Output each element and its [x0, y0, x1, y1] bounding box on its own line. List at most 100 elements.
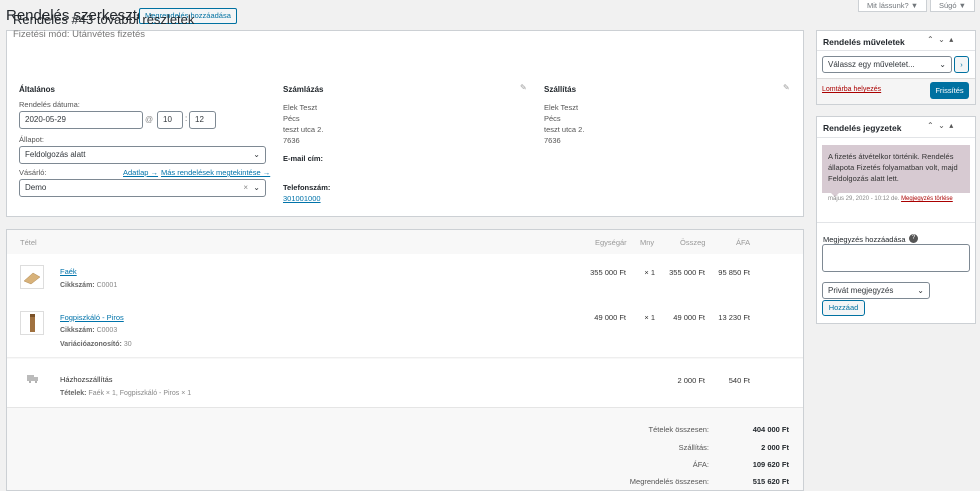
variation-value: 30	[123, 341, 132, 348]
item-total: 49 000 Ft	[673, 313, 705, 322]
help-tab[interactable]: Súgó ▼	[930, 0, 976, 12]
item-variation: Variációazonosító: 30	[60, 341, 132, 348]
divider	[817, 137, 975, 138]
variation-label: Variációazonosító:	[60, 341, 122, 348]
col-item: Tétel	[20, 238, 37, 247]
box-controls[interactable]: ⌃ ⌄ ▴	[927, 35, 953, 44]
address-line: teszt utca 2.	[544, 125, 585, 134]
product-thumbnail	[20, 265, 44, 289]
note-meta: május 29, 2020 - 10:12 de. Megjegyzés tö…	[828, 196, 953, 202]
chevron-down-icon: ⌄	[253, 183, 260, 192]
shipping-method-name: Házhozszállítás	[60, 375, 113, 384]
screen-options-tab[interactable]: Mit lássunk? ▼	[858, 0, 928, 12]
col-qty: Mny	[640, 238, 655, 247]
status-value: Feldolgozás alatt	[25, 150, 86, 159]
shipping-total: 2 000 Ft	[677, 376, 705, 385]
order-note: A fizetés átvételkor történik. Rendelés …	[822, 145, 970, 193]
col-cost: Egységár	[595, 238, 627, 247]
shipping-items-label: Tételek:	[60, 390, 87, 397]
order-action-value: Válassz egy műveletet...	[828, 60, 915, 69]
totals-label: ÁFA:	[692, 460, 709, 469]
general-heading: Általános	[19, 85, 56, 94]
help-icon[interactable]: ?	[909, 234, 918, 243]
item-tax: 95 850 Ft	[718, 268, 750, 277]
totals-value: 515 620 Ft	[752, 477, 789, 486]
totals-label: Szállítás:	[678, 443, 709, 452]
item-qty: × 1	[644, 268, 655, 277]
item-sku: Cikkszám: C0001	[60, 282, 117, 289]
divider	[817, 222, 975, 223]
chevron-down-icon: ⌄	[917, 286, 924, 295]
delete-note-link[interactable]: Megjegyzés törlése	[901, 196, 953, 202]
billing-address: Elek Teszt Pécs teszt utca 2. 7636	[283, 102, 323, 146]
totals-value: 109 620 Ft	[752, 460, 789, 469]
edit-billing-pencil-icon[interactable]: ✎	[520, 83, 527, 92]
update-button[interactable]: Frissítés	[930, 82, 969, 99]
shipping-heading: Szállítás	[544, 85, 577, 94]
totals-label: Megrendelés összesen:	[629, 477, 709, 486]
note-date: május 29, 2020 - 10:12 de.	[828, 196, 900, 202]
shipping-address: Elek Teszt Pécs teszt utca 2. 7636	[544, 102, 584, 146]
truck-icon	[27, 374, 39, 385]
product-thumbnail	[20, 311, 44, 335]
address-line: Pécs	[283, 114, 300, 123]
item-sku: Cikkszám: C0003	[60, 327, 117, 334]
other-orders-link[interactable]: Más rendelések megtekintése →	[161, 168, 270, 177]
customer-profile-link[interactable]: Adatlap →	[123, 168, 158, 177]
move-to-trash-link[interactable]: Lomtárba helyezés	[822, 86, 881, 93]
sku-label: Cikkszám:	[60, 282, 95, 289]
note-type-select[interactable]: Privát megjegyzés ⌄	[822, 282, 930, 299]
order-title: Rendelés #43 további részletek	[13, 12, 195, 27]
order-date-input[interactable]: 2020-05-29	[19, 111, 143, 129]
totals-label: Tételek összesen:	[648, 425, 709, 434]
order-actions-title: Rendelés műveletek	[823, 37, 905, 47]
clear-icon[interactable]: ×	[243, 180, 248, 196]
divider	[817, 50, 975, 51]
billing-email-label: E-mail cím:	[283, 154, 324, 163]
payment-method: Fizetési mód: Utánvétes fizetés	[13, 29, 145, 40]
sku-value: C0003	[96, 327, 118, 334]
address-line: 7636	[283, 136, 300, 145]
chevron-down-icon: ⌄	[253, 150, 260, 159]
address-line: 7636	[544, 136, 561, 145]
order-hour-input[interactable]: 10	[157, 111, 183, 129]
billing-heading: Számlázás	[283, 85, 324, 94]
address-line: teszt utca 2.	[283, 125, 324, 134]
customer-label: Vásárló:	[19, 168, 47, 177]
order-date-label: Rendelés dátuma:	[19, 100, 80, 109]
billing-phone-label: Telefonszám:	[283, 183, 331, 192]
chevron-down-icon: ⌄	[939, 60, 946, 69]
item-total: 355 000 Ft	[669, 268, 705, 277]
address-line: Pécs	[544, 114, 561, 123]
order-notes-title: Rendelés jegyzetek	[823, 123, 902, 133]
apply-action-button[interactable]: ›	[954, 56, 969, 73]
edit-shipping-pencil-icon[interactable]: ✎	[783, 83, 790, 92]
address-line: Elek Teszt	[283, 103, 318, 112]
col-tax: ÁFA	[736, 238, 751, 247]
order-minute-input[interactable]: 12	[189, 111, 216, 129]
item-name-link[interactable]: Fogpiszkáló - Piros	[60, 313, 124, 322]
box-controls[interactable]: ⌃ ⌄ ▴	[927, 121, 953, 130]
totals-value: 404 000 Ft	[752, 425, 789, 434]
address-line: Elek Teszt	[544, 103, 579, 112]
customer-select[interactable]: Demo × ⌄	[19, 179, 266, 197]
item-name-link[interactable]: Faék	[60, 267, 77, 276]
at-icon: @	[145, 115, 154, 124]
add-note-button[interactable]: Hozzáad	[822, 300, 865, 316]
add-note-label: Megjegyzés hozzáadása	[823, 235, 906, 244]
totals-value: 2 000 Ft	[761, 443, 789, 452]
note-textarea[interactable]	[822, 244, 970, 272]
status-select[interactable]: Feldolgozás alatt ⌄	[19, 146, 266, 164]
item-tax: 13 230 Ft	[718, 313, 750, 322]
item-cost: 49 000 Ft	[594, 313, 626, 322]
order-action-select[interactable]: Válassz egy műveletet... ⌄	[822, 56, 952, 73]
billing-phone-link[interactable]: 301001000	[283, 194, 321, 203]
sku-label: Cikkszám:	[60, 327, 95, 334]
sku-value: C0001	[96, 282, 118, 289]
shipping-items: Tételek: Faék × 1, Fogpiszkáló - Piros ×…	[60, 390, 191, 397]
note-type-value: Privát megjegyzés	[828, 286, 894, 295]
time-separator: :	[185, 114, 188, 123]
customer-value: Demo	[25, 183, 47, 192]
col-total: Összeg	[680, 238, 706, 247]
status-label: Állapot:	[19, 135, 45, 144]
